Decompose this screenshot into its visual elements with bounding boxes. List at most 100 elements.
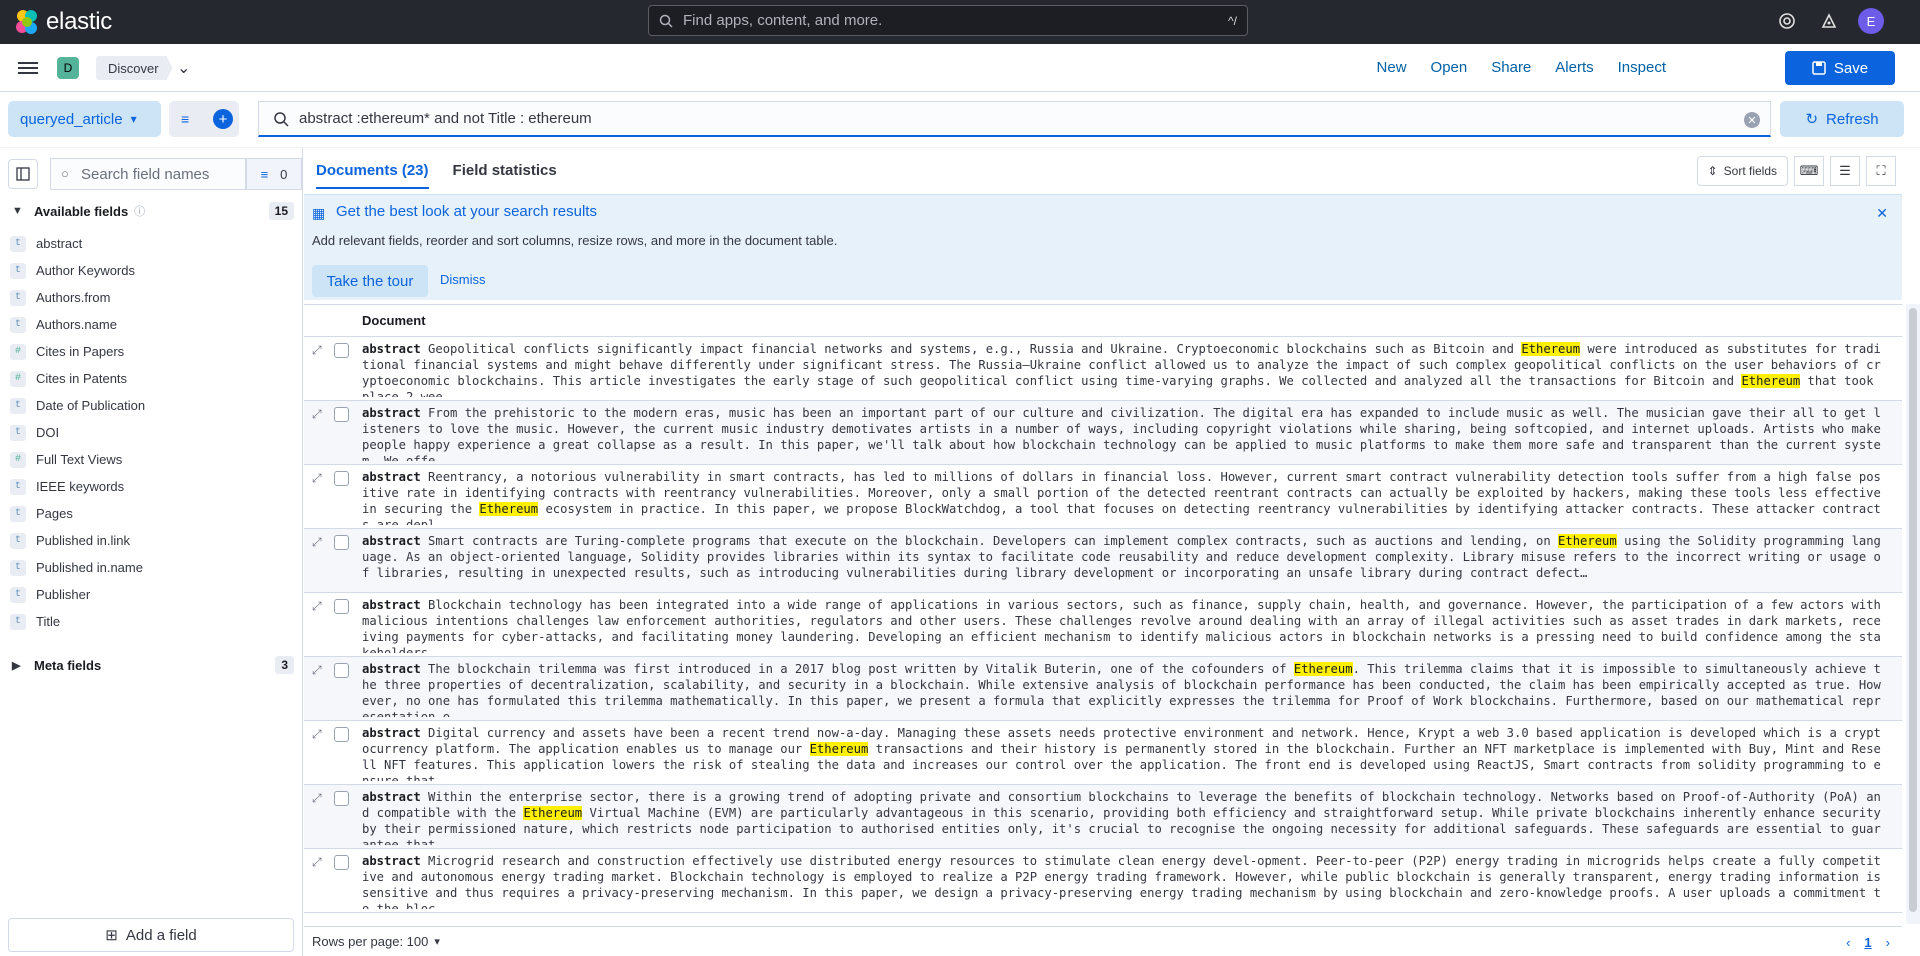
table-row[interactable]: ⤢ abstract Digital currency and assets ha… (304, 721, 1902, 785)
field-item[interactable]: t Title (10, 608, 295, 635)
add-field-button[interactable]: ⊞ Add a field (8, 918, 294, 952)
table-row[interactable]: ⤢ abstract Reentrancy, a notorious vulner… (304, 465, 1902, 529)
number-type-icon: # (10, 451, 26, 468)
save-button[interactable]: Save (1785, 51, 1895, 85)
expand-row-icon[interactable]: ⤢ (312, 727, 322, 742)
highlight-match: Ethereum (1558, 534, 1617, 548)
field-item[interactable]: t Author Keywords (10, 257, 295, 284)
row-checkbox[interactable] (334, 407, 349, 422)
sort-fields-button[interactable]: ⇕ Sort fields (1696, 156, 1788, 186)
table-row[interactable]: ⤢ abstract From the prehistoric to the mo… (304, 401, 1902, 465)
table-row[interactable]: ⤢ abstract The blockchain trilemma was fi… (304, 657, 1902, 721)
query-input[interactable]: abstract :ethereum* and not Title : ethe… (258, 101, 1771, 137)
space-badge[interactable]: D (57, 57, 79, 79)
field-item[interactable]: t Published in.name (10, 554, 295, 581)
fullscreen-icon[interactable]: ⛶ (1866, 156, 1896, 186)
table-row[interactable]: ⤢ abstract Microgrid research and constru… (304, 849, 1902, 913)
document-table: Document ⤢ abstract Geopolitical conflict… (304, 304, 1902, 924)
field-item[interactable]: t DOI (10, 419, 295, 446)
row-checkbox[interactable] (334, 471, 349, 486)
save-icon (1812, 61, 1826, 75)
collapse-sidebar-icon[interactable] (8, 159, 38, 189)
clear-icon[interactable]: ✕ (1744, 112, 1760, 128)
inspect-link[interactable]: Inspect (1618, 59, 1666, 76)
field-item[interactable]: t Published in.link (10, 527, 295, 554)
table-scrollbar[interactable] (1906, 304, 1920, 924)
row-checkbox[interactable] (334, 599, 349, 614)
search-icon: ○ (61, 166, 69, 181)
rows-per-page[interactable]: Rows per page: 100 (312, 934, 428, 949)
share-link[interactable]: Share (1491, 59, 1531, 76)
expand-row-icon[interactable]: ⤢ (312, 855, 322, 870)
take-tour-button[interactable]: Take the tour (312, 265, 428, 297)
next-page-icon[interactable]: › (1886, 935, 1890, 950)
field-label: abstract (362, 854, 421, 868)
row-checkbox[interactable] (334, 535, 349, 550)
menu-icon[interactable] (18, 59, 38, 77)
row-checkbox[interactable] (334, 855, 349, 870)
table-row[interactable]: ⤢ abstract Geopolitical conflicts signifi… (304, 337, 1902, 401)
table-footer: Rows per page: 100 ▾ ‹ 1 › (304, 926, 1902, 956)
expand-row-icon[interactable]: ⤢ (312, 791, 322, 806)
help-icon[interactable] (1774, 8, 1800, 34)
meta-fields-header[interactable]: ▶ Meta fields 3 (12, 654, 294, 676)
page-number[interactable]: 1 (1864, 935, 1871, 950)
row-checkbox[interactable] (334, 663, 349, 678)
search-shortcut: ^/ (1228, 13, 1237, 28)
expand-row-icon[interactable]: ⤢ (312, 599, 322, 614)
field-item[interactable]: # Cites in Patents (10, 365, 295, 392)
expand-row-icon[interactable]: ⤢ (312, 535, 322, 550)
data-view-selector[interactable]: queryed_article ▾ (8, 101, 161, 137)
keyboard-icon[interactable]: ⌨ (1794, 156, 1824, 186)
field-item[interactable]: t Publisher (10, 581, 295, 608)
field-filter-button[interactable]: ≡ 0 (246, 158, 302, 190)
display-settings-icon[interactable]: ☰ (1830, 156, 1860, 186)
tab-documents[interactable]: Documents (23) (316, 162, 429, 189)
row-checkbox[interactable] (334, 791, 349, 806)
close-icon[interactable]: ✕ (1876, 205, 1888, 222)
global-search[interactable]: Find apps, content, and more. ^/ (648, 5, 1248, 36)
field-item[interactable]: t Authors.name (10, 311, 295, 338)
field-item[interactable]: # Cites in Papers (10, 338, 295, 365)
field-item[interactable]: t IEEE keywords (10, 473, 295, 500)
expand-row-icon[interactable]: ⤢ (312, 471, 322, 486)
field-item[interactable]: t abstract (10, 230, 295, 257)
meta-fields-label: Meta fields (34, 657, 102, 673)
string-type-icon: t (10, 424, 26, 441)
table-row[interactable]: ⤢ abstract Within the enterprise sector, … (304, 785, 1902, 849)
user-avatar[interactable]: E (1858, 8, 1884, 34)
breadcrumb-discover[interactable]: Discover (96, 56, 173, 80)
field-name: Cites in Papers (36, 344, 125, 359)
field-item[interactable]: # Full Text Views (10, 446, 295, 473)
elastic-logo-icon (16, 10, 37, 34)
table-row[interactable]: ⤢ abstract Blockchain technology has been… (304, 593, 1902, 657)
refresh-button[interactable]: ↻ Refresh (1780, 101, 1904, 137)
row-checkbox[interactable] (334, 343, 349, 358)
column-header-document[interactable]: Document (304, 305, 1902, 337)
prev-page-icon[interactable]: ‹ (1846, 935, 1850, 950)
elastic-logo[interactable]: elastic (14, 8, 112, 36)
field-search-input[interactable]: ○ Search field names (50, 158, 246, 190)
field-item[interactable]: t Authors.from (10, 284, 295, 311)
table-row[interactable]: ⤢ abstract Smart contracts are Turing-com… (304, 529, 1902, 593)
data-view-name: queryed_article (20, 110, 123, 128)
new-link[interactable]: New (1377, 59, 1407, 76)
add-filter-icon[interactable]: + (213, 109, 233, 129)
alerts-link[interactable]: Alerts (1555, 59, 1593, 76)
filter-icon[interactable]: ≡ (181, 111, 189, 127)
field-item[interactable]: t Pages (10, 500, 295, 527)
row-checkbox[interactable] (334, 727, 349, 742)
expand-row-icon[interactable]: ⤢ (312, 407, 322, 422)
field-name: Title (36, 614, 61, 629)
expand-row-icon[interactable]: ⤢ (312, 343, 322, 358)
brand-name: elastic (46, 8, 112, 35)
field-item[interactable]: t Date of Publication (10, 392, 295, 419)
dismiss-button[interactable]: Dismiss (440, 272, 486, 287)
tab-field-statistics[interactable]: Field statistics (453, 162, 557, 189)
open-link[interactable]: Open (1431, 59, 1468, 76)
expand-row-icon[interactable]: ⤢ (312, 663, 322, 678)
available-fields-header[interactable]: ▼ Available fields ⓘ 15 (12, 200, 294, 222)
chevron-down-icon[interactable]: ⌄ (177, 58, 190, 78)
news-feed-icon[interactable] (1816, 8, 1842, 34)
number-type-icon: # (10, 370, 26, 387)
